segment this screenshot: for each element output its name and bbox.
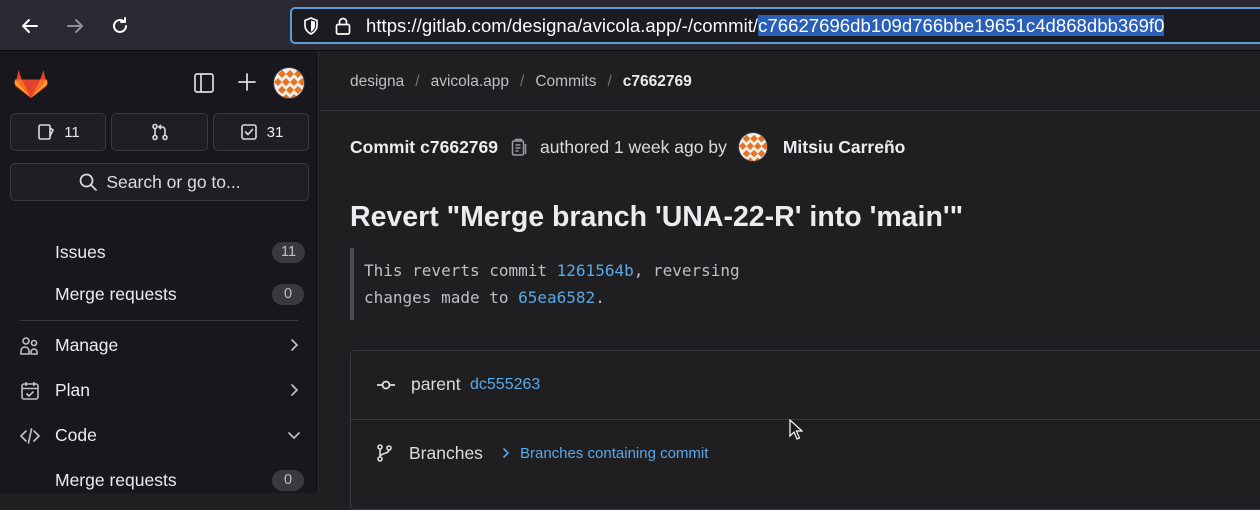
code-icon — [19, 425, 41, 447]
breadcrumb-separator: / — [607, 73, 612, 90]
sidebar: 11 31 Search or go to... Issues 11 Merge… — [0, 51, 319, 493]
forward-button[interactable] — [58, 9, 92, 43]
issues-icon — [38, 124, 55, 140]
todos-button[interactable]: 31 — [213, 113, 309, 151]
issues-count: 11 — [64, 123, 80, 141]
commit-short-sha: c7662769 — [420, 136, 499, 157]
merge-requests-button[interactable] — [111, 113, 208, 151]
sidebar-item-code[interactable]: Code — [0, 415, 319, 455]
description-text: changes made to — [364, 288, 519, 307]
commit-info-box: parent dc555263 Branches Branches contai… — [350, 350, 1260, 510]
shield-icon[interactable] — [301, 16, 321, 36]
copy-icon[interactable] — [510, 137, 528, 157]
parent-sha-link[interactable]: dc555263 — [470, 376, 540, 394]
merge-request-icon — [151, 123, 168, 141]
sidebar-item-label: Merge requests — [55, 283, 177, 304]
todo-icon — [240, 124, 257, 140]
arrow-right-icon — [67, 19, 83, 33]
back-button[interactable] — [13, 9, 47, 43]
commit-description: This reverts commit 1261564b, reversing … — [350, 248, 850, 320]
breadcrumb-separator: / — [520, 73, 525, 90]
author-name[interactable]: Mitsiu Carreño — [783, 137, 906, 158]
branches-containing-commit-toggle[interactable]: Branches containing commit — [501, 445, 708, 462]
todos-count: 31 — [266, 123, 284, 141]
plus-icon[interactable] — [235, 70, 259, 94]
breadcrumb-group[interactable]: designa — [350, 73, 404, 91]
commit-header: Commit c7662769 authored 1 week ago by M… — [350, 132, 906, 162]
user-avatar[interactable] — [273, 67, 305, 99]
reload-icon — [113, 17, 127, 33]
gitlab-logo-icon[interactable] — [14, 67, 48, 99]
chevron-right-icon — [286, 382, 302, 398]
branch-icon — [376, 443, 394, 463]
search-label: Search or go to... — [106, 171, 241, 192]
assigned-issues-button[interactable]: 11 — [10, 113, 106, 151]
sidebar-toggle-icon[interactable] — [191, 70, 217, 96]
description-line-2: changes made to 65ea6582. — [364, 284, 850, 311]
breadcrumb-separator: / — [415, 73, 420, 90]
base-commit-link[interactable]: 65ea6582 — [518, 288, 595, 307]
calendar-icon — [19, 380, 41, 402]
breadcrumb-project[interactable]: avicola.app — [431, 73, 509, 91]
breadcrumb: designa / avicola.app / Commits / c76627… — [350, 73, 692, 91]
header-divider — [320, 110, 1260, 111]
sidebar-item-label: Manage — [55, 334, 119, 355]
author-avatar[interactable] — [737, 132, 768, 162]
url-prefix: https://gitlab.com/designa/avicola.app/-… — [366, 15, 759, 36]
chevron-down-icon — [286, 427, 302, 443]
description-text: This reverts commit — [364, 261, 557, 280]
description-text: , reversing — [633, 261, 740, 280]
search-icon — [80, 173, 98, 191]
browser-toolbar: https://gitlab.com/designa/avicola.app/-… — [0, 0, 1260, 51]
branches-row: Branches Branches containing commit — [351, 419, 1260, 486]
sidebar-item-issues[interactable]: Issues 11 — [0, 232, 319, 272]
sidebar-item-merge-requests[interactable]: Merge requests 0 — [0, 274, 319, 314]
address-bar[interactable]: https://gitlab.com/designa/avicola.app/-… — [290, 7, 1260, 44]
parent-row: parent dc555263 — [351, 351, 1260, 418]
lock-icon[interactable] — [334, 16, 352, 36]
sidebar-item-plan[interactable]: Plan — [0, 370, 319, 410]
breadcrumb-current[interactable]: c7662769 — [623, 73, 692, 91]
authored-text: authored 1 week ago by — [540, 136, 727, 157]
commit-title: Revert "Merge branch 'UNA-22-R' into 'ma… — [350, 201, 964, 233]
sidebar-item-manage[interactable]: Manage — [0, 325, 319, 365]
url-text[interactable]: https://gitlab.com/designa/avicola.app/-… — [366, 9, 1165, 42]
chevron-right-icon — [503, 448, 510, 458]
parent-label: parent — [411, 374, 461, 394]
sidebar-divider — [20, 320, 298, 321]
chevron-right-icon — [286, 337, 302, 353]
count-badge: 0 — [272, 283, 304, 305]
count-badge: 0 — [272, 469, 304, 491]
description-text: . — [595, 288, 605, 307]
url-selected-text: c76627696db109d766bbe19651c4d868dbb369f0 — [758, 15, 1165, 36]
sidebar-item-code-merge-requests[interactable]: Merge requests 0 — [0, 460, 319, 493]
search-button[interactable]: Search or go to... — [10, 163, 309, 201]
branches-label: Branches — [409, 442, 483, 463]
sidebar-item-label: Plan — [55, 379, 91, 400]
mouse-cursor-icon — [789, 419, 803, 441]
sidebar-item-label: Issues — [55, 241, 106, 262]
description-line-1: This reverts commit 1261564b, reversing — [364, 257, 850, 284]
commit-icon — [376, 375, 396, 395]
sidebar-item-label: Merge requests — [55, 469, 177, 490]
branches-link-label: Branches containing commit — [520, 444, 709, 462]
reload-button[interactable] — [103, 9, 137, 43]
breadcrumb-commits[interactable]: Commits — [535, 73, 596, 91]
reverted-commit-link[interactable]: 1261564b — [557, 261, 634, 280]
arrow-left-icon — [22, 19, 38, 33]
users-icon — [19, 335, 41, 357]
sidebar-item-label: Code — [55, 424, 97, 445]
sidebar-nav: Issues 11 Merge requests 0 Manage Plan C… — [0, 211, 319, 493]
count-badge: 11 — [272, 241, 306, 263]
commit-label: Commit — [350, 136, 416, 157]
